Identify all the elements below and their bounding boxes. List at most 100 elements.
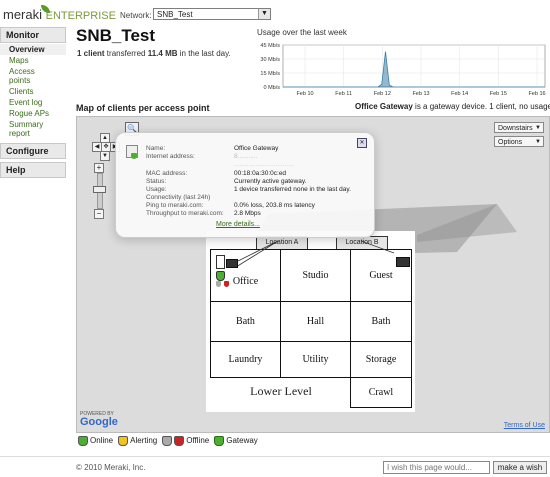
network-select[interactable]: SNB_Test ▼ [153,8,271,20]
popup-label-throughput: Throughput to meraki.com: [146,210,224,217]
chart-x-tick: Feb 13 [412,91,429,97]
gateway-info: Office Gateway is a gateway device. 1 cl… [355,102,550,111]
room-storage: Storage [350,341,412,378]
popup-value-ip: 8........... [234,153,258,160]
network-select-value: SNB_Test [157,10,193,19]
zoom-in-icon[interactable]: + [94,163,104,173]
floor-select[interactable]: Downstairs ▼ [494,122,544,133]
legend-gateway-label: Gateway [226,436,258,446]
wish-input[interactable] [383,461,490,474]
chart-plot-area [282,44,546,88]
popup-value-ping: 0.0% loss, 203.8 ms latency [234,202,315,209]
chart-x-tick: Feb 10 [296,91,313,97]
copyright: © 2010 Meraki, Inc. [76,463,146,472]
laptop-icon[interactable] [396,257,410,267]
chart-x-tick: Feb 16 [528,91,545,97]
popup-label-ip: Internet address: [146,153,195,160]
room-laundry: Laundry [210,341,281,378]
nav-configure-header[interactable]: Configure [0,143,66,159]
legend-offline: Offline [162,436,209,446]
chart-y-tick: 45 Mb/s [260,43,280,49]
laptop-icon[interactable] [226,259,238,268]
options-button[interactable]: Options ▼ [494,136,544,147]
make-a-wish-button[interactable]: make a wish [493,461,547,474]
gateway-desc: is a gateway device. 1 client, no usage [412,102,550,111]
google-logo: Google [80,416,118,428]
device-info-popup: ✕ Name: Office Gateway Internet address:… [115,132,375,238]
top-bar: meraki ENTERPRISE Network: SNB_Test ▼ [0,0,550,24]
offline-shield-icon [216,281,221,287]
room-bath-2: Bath [350,301,412,342]
gateway-device-icon[interactable] [216,255,225,269]
legend-online: Online [78,436,113,446]
logo[interactable]: meraki ENTERPRISE [3,5,116,22]
popup-label-name: Name: [146,145,166,152]
footer-divider [0,456,550,457]
offline-shield-icon [162,436,173,446]
nav-rogue-aps[interactable]: Rogue APs [0,108,66,119]
popup-value-usage: 1 device transferred none in the last da… [234,186,351,193]
zoom-slider-handle[interactable] [93,186,106,193]
chart-y-tick: 0 Mb/s [263,85,280,91]
transfer-amount: 11.4 MB [147,49,178,58]
popup-value-name: Office Gateway [234,145,279,152]
chart-x-tick: Feb 15 [490,91,507,97]
nav-clients[interactable]: Clients [0,86,66,97]
room-hall: Hall [280,301,351,342]
map-legend: Online Alerting Offline Gateway [78,436,258,446]
online-shield-icon [78,436,88,446]
nav-overview[interactable]: Overview [0,44,66,55]
floor-select-value: Downstairs [498,125,533,132]
options-label: Options [498,139,523,146]
nav-summary-report-line2[interactable]: report [0,129,66,139]
client-count: 1 client [77,49,105,58]
close-icon[interactable]: ✕ [357,138,367,148]
offline-red-shield-icon [174,436,185,446]
zoom-out-icon[interactable]: − [94,209,104,219]
gateway-name[interactable]: Office Gateway [355,102,413,111]
chevron-down-icon: ▼ [535,125,541,131]
online-shield-icon [216,271,225,281]
nav-maps[interactable]: Maps [0,55,66,66]
floor-plan: Location A Location B Office Studio Gues… [206,231,415,412]
nav-monitor-header[interactable]: Monitor [0,27,66,43]
logo-sub: ENTERPRISE [45,10,116,22]
chart-x-tick: Feb 14 [451,91,468,97]
logo-main: meraki [3,7,43,22]
popup-label-ping: Ping to meraki.com: [146,202,204,209]
map-title: Map of clients per access point [76,103,210,113]
pan-down-icon[interactable]: ▼ [100,151,110,161]
chart-y-tick: 30 Mb/s [260,57,280,63]
subtitle-mid: transferred [104,49,148,58]
nav-event-log[interactable]: Event log [0,97,66,108]
online-shield-icon [131,153,137,159]
chart-title: Usage over the last week [257,28,348,37]
page-title: SNB_Test [76,26,156,45]
popup-label-status: Status: [146,178,167,185]
floor-level-label: Lower Level [250,384,312,398]
chart-x-tick: Feb 11 [335,91,352,97]
legend-alerting-label: Alerting [130,436,158,446]
popup-label-usage: Usage: [146,186,167,193]
chart-y-tick: 15 Mb/s [260,71,280,77]
subtitle-post: in the last day. [177,49,231,58]
chevron-down-icon: ▼ [258,9,270,19]
popup-value-throughput: 2.8 Mbps [234,210,261,217]
nav-access-points[interactable]: Access points [0,66,66,86]
terms-of-use-link[interactable]: Terms of Use [504,422,545,429]
gateway-shield-icon [214,436,225,446]
sidebar: Monitor Overview Maps Access points Clie… [0,27,66,179]
alerting-shield-icon [118,436,129,446]
more-details-link[interactable]: More details... [216,221,260,228]
room-crawl: Crawl [350,377,412,408]
popup-label-connectivity: Connectivity (last 24h) [146,194,211,201]
popup-value-ip-2: ................................. [234,161,294,168]
popup-value-mac: 00:18:0a:30:0c:ed [234,170,287,177]
chevron-down-icon: ▼ [535,139,541,145]
legend-offline-label: Offline [186,436,210,446]
nav-help-header[interactable]: Help [0,162,66,178]
nav-summary-report[interactable]: Summary [0,119,66,129]
popup-value-status: Currently active gateway. [234,178,307,185]
room-bath-1: Bath [210,301,281,342]
legend-online-label: Online [90,436,114,446]
